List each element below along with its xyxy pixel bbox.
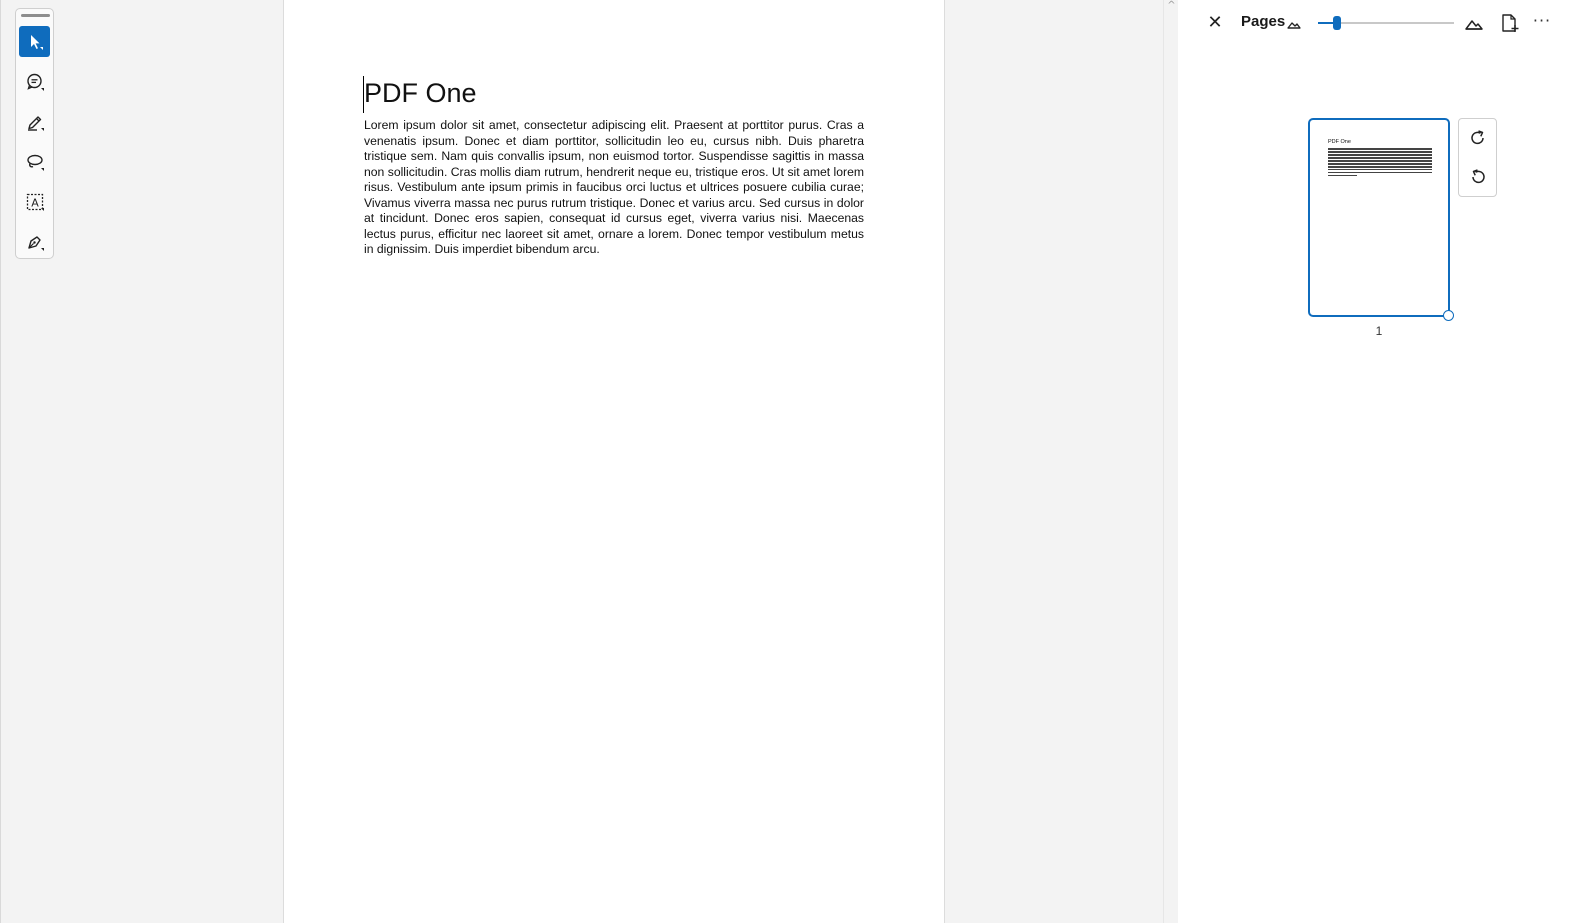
comment-tool-button[interactable] <box>19 66 50 97</box>
more-icon: ··· <box>1532 11 1552 30</box>
text-box-icon: A <box>26 193 44 211</box>
annotation-tool-palette: A <box>15 8 54 259</box>
thumbnail-resize-handle[interactable] <box>1443 310 1454 321</box>
close-icon: ✕ <box>1207 12 1223 33</box>
rotate-controls <box>1458 118 1497 197</box>
page-thumbnail[interactable]: PDF One <box>1308 118 1450 317</box>
draw-tool-button[interactable] <box>19 226 50 257</box>
lasso-tool-button[interactable] <box>19 146 50 177</box>
rotate-clockwise-icon[interactable] <box>1468 128 1488 148</box>
document-title: PDF One <box>364 78 477 108</box>
vertical-scrollbar[interactable]: ^ <box>1163 0 1179 923</box>
close-pane-button[interactable]: ✕ <box>1206 13 1224 33</box>
draw-pen-icon <box>27 235 44 251</box>
select-tool-button[interactable] <box>19 26 50 57</box>
thumbnail-body-lines <box>1328 148 1432 178</box>
scroll-up-arrow-icon[interactable]: ^ <box>1164 0 1179 14</box>
thumbnail-title-text: PDF One <box>1328 139 1351 145</box>
document-canvas[interactable]: PDF One Lorem ipsum dolor sit amet, cons… <box>0 0 1179 923</box>
lasso-icon <box>26 154 44 171</box>
zoom-in-thumbnail-icon[interactable] <box>1464 14 1484 34</box>
svg-text:A: A <box>31 196 39 209</box>
select-cursor-icon <box>30 34 43 50</box>
thumbnail-size-slider[interactable] <box>1318 16 1454 30</box>
document-body-text: Lorem ipsum dolor sit amet, consectetur … <box>364 118 864 256</box>
comment-icon <box>26 73 44 91</box>
page-number-label: 1 <box>1375 324 1383 338</box>
zoom-out-thumbnail-icon[interactable] <box>1286 16 1302 32</box>
document-page[interactable]: PDF One Lorem ipsum dolor sit amet, cons… <box>283 0 945 923</box>
pages-pane: ✕ Pages ··· PDF One 1 <box>1178 0 1580 923</box>
more-options-button[interactable]: ··· <box>1530 10 1554 34</box>
insert-page-icon[interactable] <box>1499 13 1519 33</box>
palette-drag-handle[interactable] <box>21 14 50 17</box>
pane-title: Pages <box>1241 13 1286 30</box>
slider-thumb[interactable] <box>1333 16 1341 30</box>
pdf-viewer-app: PDF One Lorem ipsum dolor sit amet, cons… <box>0 0 1580 923</box>
rotate-counterclockwise-icon[interactable] <box>1468 167 1488 187</box>
text-tool-button[interactable]: A <box>19 186 50 217</box>
highlight-pen-icon <box>27 115 44 131</box>
highlight-tool-button[interactable] <box>19 106 50 137</box>
